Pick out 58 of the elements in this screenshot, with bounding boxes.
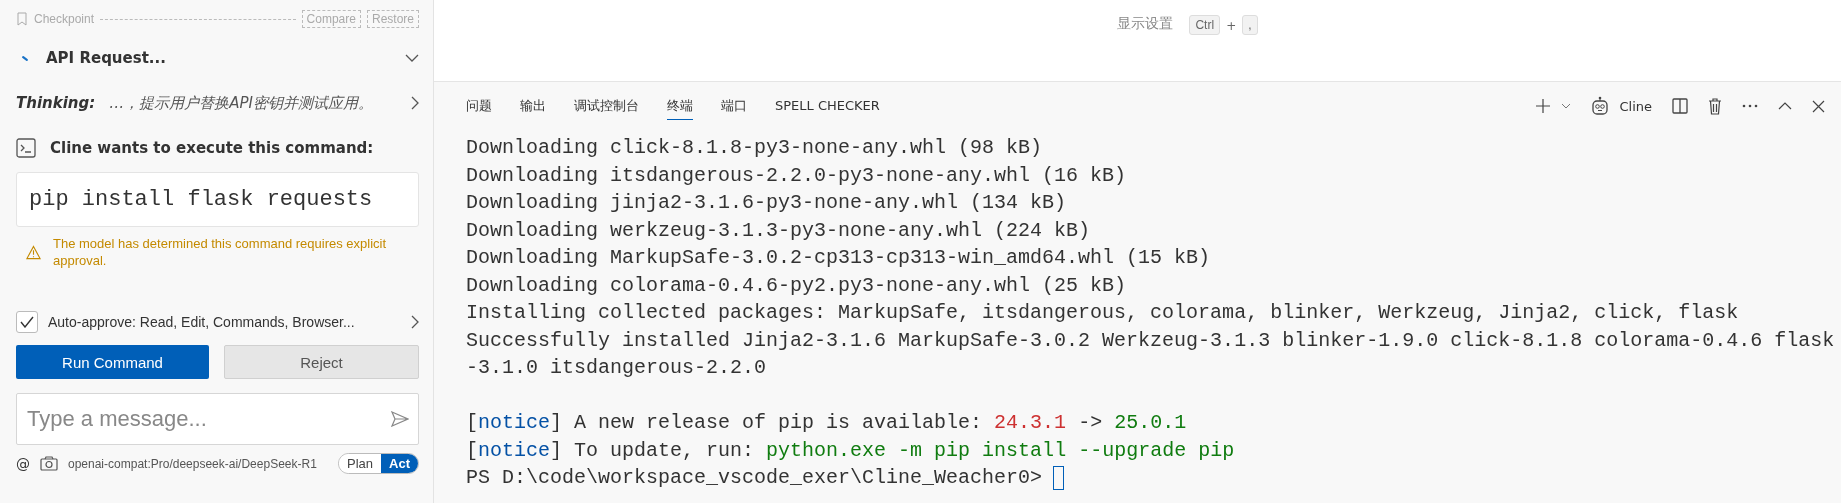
keyboard-key: Ctrl bbox=[1189, 15, 1221, 35]
terminal-line: Downloading click-8.1.8-py3-none-any.whl (98 kB) bbox=[466, 135, 1043, 161]
api-request-title: API Request... bbox=[46, 49, 167, 67]
terminal-line: -3.1.0 itsdangerous-2.2.0 bbox=[466, 355, 767, 381]
send-icon[interactable] bbox=[391, 411, 409, 427]
terminal-line: [notice] A new release of pip is available: 24.3.1 -> 25.0.1 bbox=[466, 410, 1187, 436]
show-settings-hint: 显示设置 bbox=[1117, 15, 1174, 33]
spinner-icon bbox=[22, 55, 28, 61]
robot-icon[interactable] bbox=[1591, 96, 1610, 116]
terminal-icon bbox=[16, 138, 36, 158]
maximize-icon[interactable] bbox=[1778, 102, 1792, 110]
chevron-icon[interactable] bbox=[1561, 103, 1572, 109]
auto-approve-checkbox[interactable] bbox=[16, 311, 38, 333]
check-icon bbox=[20, 316, 34, 328]
panel-tab[interactable]: 调试控制台 bbox=[574, 92, 639, 120]
panel-tab[interactable]: 输出 bbox=[520, 92, 546, 120]
close-icon[interactable] bbox=[1812, 99, 1825, 113]
trash-icon[interactable] bbox=[1708, 97, 1722, 115]
panel-tab[interactable]: 问题 bbox=[466, 92, 492, 120]
auto-approve-label[interactable]: Auto-approve: Read, Edit, Commands, Browser... bbox=[48, 314, 401, 330]
terminal-line: PS D:\code\workspace_vscode_exer\Cline_Weacher0> bbox=[466, 465, 1043, 491]
panel-tab[interactable]: 终端 bbox=[667, 92, 693, 120]
more-icon[interactable] bbox=[1742, 104, 1758, 108]
terminal-name[interactable]: Cline bbox=[1619, 98, 1652, 114]
chevron-icon[interactable] bbox=[411, 315, 419, 329]
chevron-icon[interactable] bbox=[405, 53, 419, 63]
keyboard-key: , bbox=[1242, 15, 1258, 35]
plus-sign: + bbox=[1226, 19, 1237, 33]
warning-icon bbox=[26, 245, 41, 260]
mode-option[interactable]: Plan bbox=[339, 454, 382, 473]
command-box: pip install flask requests bbox=[16, 172, 419, 227]
chevron-icon[interactable] bbox=[411, 96, 419, 110]
terminal-line: Downloading jinja2-3.1.6-py3-none-any.whl (134 kB) bbox=[466, 190, 1067, 216]
thinking-label: Thinking: bbox=[16, 94, 96, 112]
terminal-line: Downloading colorama-0.4.6-py2.py3-none-any.whl (25 kB) bbox=[466, 272, 1127, 299]
panel-tab[interactable]: 端口 bbox=[721, 92, 747, 120]
model-selector[interactable]: openai-compat:Pro/deepseek-ai/DeepSeek-R1 bbox=[68, 456, 317, 471]
mode-option[interactable]: Act bbox=[381, 454, 418, 473]
mention-button[interactable]: @ bbox=[16, 455, 30, 472]
command-header: Cline wants to execute this command: bbox=[50, 139, 374, 157]
terminal-cursor bbox=[1053, 465, 1065, 490]
terminal-line: Successfully installed Jinja2-3.1.6 MarkupSafe-3.0.2 Werkzeug-3.1.3 blinker-1.9.0 click-8.1.8 colorama-0.4.6 flask bbox=[466, 327, 1835, 354]
warning-text: The model has determined this command requires explicit approval. bbox=[53, 235, 388, 269]
panel-tab[interactable]: SPELL CHECKER bbox=[775, 94, 880, 118]
camera-icon[interactable] bbox=[40, 456, 58, 471]
thinking-text: …，提示用户替换API密钥并测试应用。 bbox=[109, 93, 374, 113]
terminal-line: Installing collected packages: MarkupSafe, itsdangerous, colorama, blinker, Werkzeug, Jinja2, click, flask bbox=[466, 300, 1739, 326]
split-icon[interactable] bbox=[1672, 98, 1688, 114]
reject-button[interactable]: Reject bbox=[224, 345, 419, 379]
terminal-line: Downloading werkzeug-3.1.3-py3-none-any.whl (224 kB) bbox=[466, 217, 1091, 244]
terminal-line: Downloading MarkupSafe-3.0.2-cp313-cp313-win_amd64.whl (15 kB) bbox=[466, 245, 1211, 271]
plus-icon[interactable] bbox=[1535, 98, 1552, 114]
bookmark-icon bbox=[16, 12, 28, 26]
message-field[interactable]: Type a message... bbox=[16, 393, 419, 445]
terminal-line: Downloading itsdangerous-2.2.0-py3-none-any.whl (16 kB) bbox=[466, 162, 1127, 189]
checkpoint-label: Checkpoint bbox=[34, 12, 95, 26]
terminal-line: [notice] To update, run: python.exe -m pip install --upgrade pip bbox=[466, 437, 1235, 464]
run-command-button[interactable]: Run Command bbox=[16, 345, 209, 379]
